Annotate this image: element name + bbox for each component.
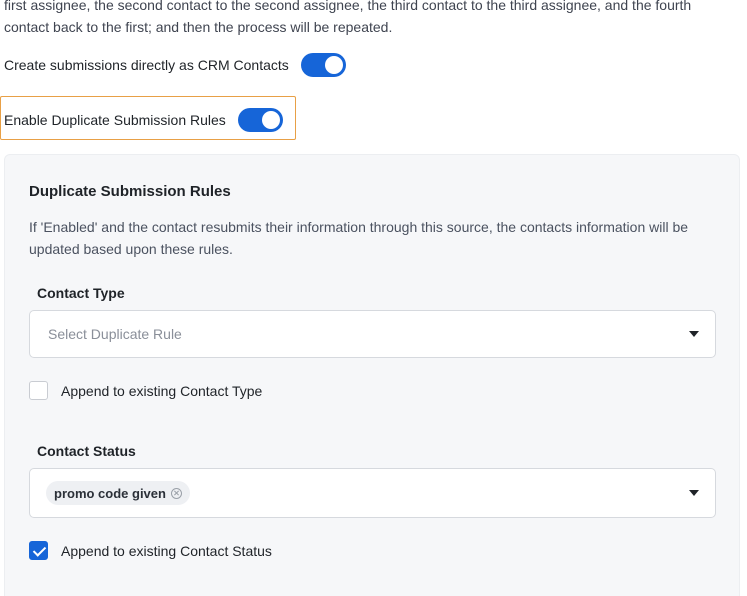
intro-line-2: contact back to the first; and then the … <box>4 19 393 35</box>
crm-contacts-toggle[interactable] <box>300 53 346 77</box>
duplicate-rules-label: Enable Duplicate Submission Rules <box>4 112 226 128</box>
toggle-knob <box>261 111 280 129</box>
intro-text: first assignee, the second contact to th… <box>4 0 744 38</box>
append-contact-type-checkbox[interactable] <box>29 381 48 400</box>
contact-type-label: Contact Type <box>37 285 125 301</box>
contact-type-placeholder: Select Duplicate Rule <box>48 326 182 342</box>
panel-description: If 'Enabled' and the contact resubmits t… <box>29 219 689 257</box>
crm-contacts-label: Create submissions directly as CRM Conta… <box>4 57 289 73</box>
remove-tag-icon[interactable] <box>170 487 182 499</box>
status-tag: promo code given <box>46 481 190 505</box>
toggle-knob <box>324 56 343 74</box>
duplicate-rules-panel: Duplicate Submission Rules If 'Enabled' … <box>4 154 740 596</box>
contact-status-select[interactable]: promo code given <box>29 468 716 518</box>
append-contact-status-label: Append to existing Contact Status <box>61 542 272 559</box>
append-contact-status-row: Append to existing Contact Status <box>29 541 272 560</box>
status-tag-label: promo code given <box>54 485 166 501</box>
append-contact-type-label: Append to existing Contact Type <box>61 382 263 399</box>
contact-type-select[interactable]: Select Duplicate Rule <box>29 310 716 358</box>
append-contact-type-row: Append to existing Contact Type <box>29 381 262 400</box>
chevron-down-icon <box>689 490 699 496</box>
intro-line-1: first assignee, the second contact to th… <box>4 0 692 13</box>
append-contact-status-checkbox[interactable] <box>29 541 48 560</box>
duplicate-rules-toggle[interactable] <box>237 108 283 132</box>
contact-status-label: Contact Status <box>37 443 136 459</box>
crm-contacts-setting: Create submissions directly as CRM Conta… <box>4 53 346 77</box>
duplicate-rules-setting: Enable Duplicate Submission Rules <box>4 108 283 132</box>
panel-title: Duplicate Submission Rules <box>29 183 231 200</box>
chevron-down-icon <box>689 331 699 337</box>
